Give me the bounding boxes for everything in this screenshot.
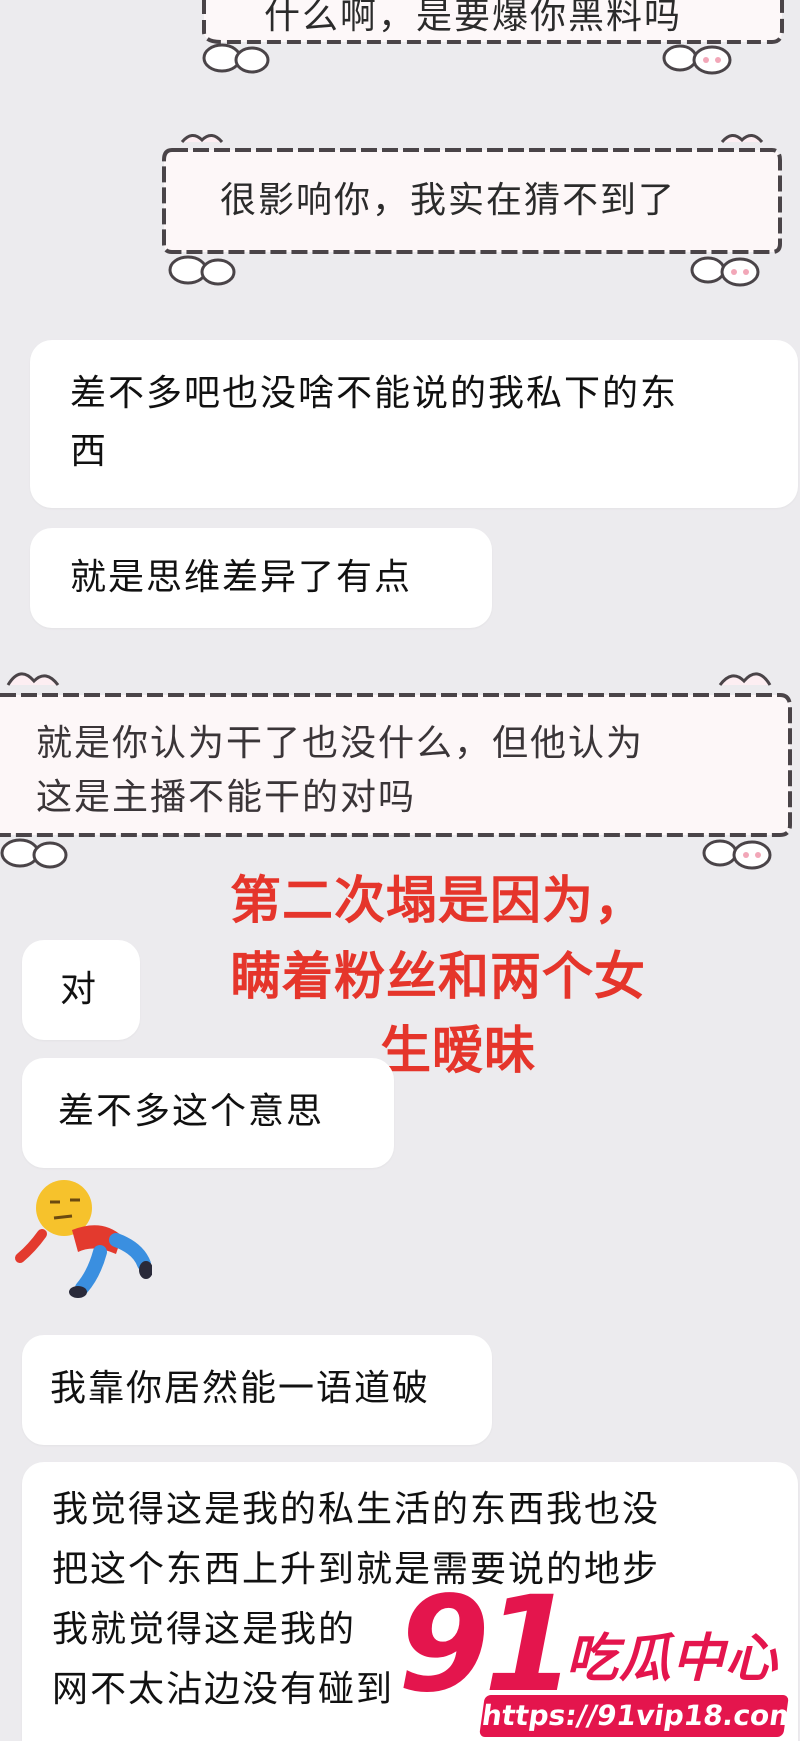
message-text: 就是思维差异了有点	[70, 557, 413, 598]
message-text: 西	[70, 431, 109, 472]
message-text: 什么啊，是要爆你黑料吗	[264, 0, 683, 37]
message-bubble-incoming: 差不多吧也没啥不能说的我私下的东 西	[30, 340, 798, 508]
message-text: 我就觉得这是我的	[52, 1609, 357, 1650]
message-bubble-outgoing: 很影响你，我实在猜不到了	[152, 130, 798, 300]
message-text: 差不多吧也没啥不能说的我私下的东	[70, 373, 679, 414]
message-bubble-incoming: 我靠你居然能一语道破	[22, 1335, 492, 1445]
annotation-line: 第二次塌是因为，	[230, 872, 647, 931]
watermark: 91 吃瓜中心 https://91vip18.com	[398, 1570, 800, 1741]
message-text: 我觉得这是我的私生活的东西我也没	[52, 1489, 661, 1530]
message-bubble-outgoing: 什么啊，是要爆你黑料吗	[182, 0, 798, 95]
message-text: 网不太沾边没有碰到	[52, 1669, 395, 1710]
cat-bubble-frame	[0, 672, 792, 870]
message-text: 我靠你居然能一语道破	[50, 1368, 431, 1409]
watermark-url: https://91vip18.com	[479, 1695, 800, 1737]
message-text: 这是主播不能干的对吗	[36, 777, 417, 818]
message-bubble-outgoing: 就是你认为干了也没什么，但他认为 这是主播不能干的对吗	[0, 655, 798, 885]
message-text: 就是你认为干了也没什么，但他认为	[36, 723, 645, 764]
message-text: 很影响你，我实在猜不到了	[220, 180, 677, 221]
lying-person-sticker-icon	[15, 1180, 152, 1298]
watermark-brand: 吃瓜中心	[566, 1629, 779, 1689]
message-text: 对	[60, 969, 99, 1010]
message-bubble-incoming: 对	[22, 940, 140, 1040]
message-bubble-incoming: 差不多这个意思	[22, 1058, 394, 1168]
red-annotation-overlay: 第二次塌是因为， 瞒着粉丝和两个女 生暧昧	[230, 870, 770, 1084]
message-text: 差不多这个意思	[58, 1091, 325, 1132]
annotation-line: 瞒着粉丝和两个女	[230, 948, 647, 1007]
message-bubble-incoming: 就是思维差异了有点	[30, 528, 492, 628]
